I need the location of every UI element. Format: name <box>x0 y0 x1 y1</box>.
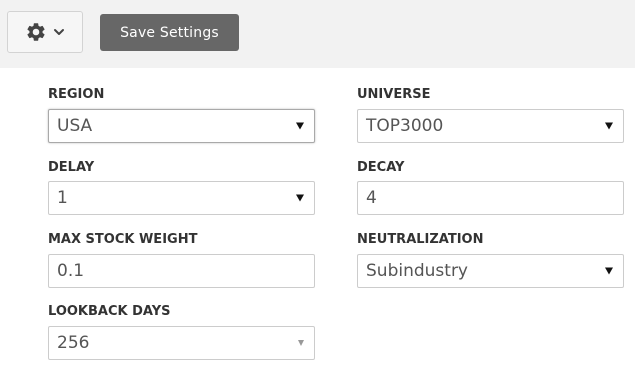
dropdown-arrow-icon <box>298 340 304 346</box>
dropdown-arrow-icon <box>296 194 304 202</box>
universe-value: TOP3000 <box>366 116 444 136</box>
neutralization-select[interactable]: Subindustry <box>357 254 624 288</box>
region-select[interactable]: USA <box>48 109 315 143</box>
universe-label: UNIVERSE <box>357 87 431 102</box>
decay-label: DECAY <box>357 160 405 175</box>
save-settings-button[interactable]: Save Settings <box>100 14 239 51</box>
dropdown-arrow-icon <box>605 122 613 130</box>
region-value: USA <box>57 116 93 136</box>
gear-icon <box>27 23 45 41</box>
delay-label: DELAY <box>48 160 95 175</box>
lookback-days-value: 256 <box>57 333 90 353</box>
chevron-down-icon <box>54 29 64 35</box>
max-stock-weight-value: 0.1 <box>57 261 85 281</box>
neutralization-label: NEUTRALIZATION <box>357 232 484 247</box>
delay-select[interactable]: 1 <box>48 181 315 215</box>
dropdown-arrow-icon <box>605 267 613 275</box>
delay-value: 1 <box>57 188 68 208</box>
dropdown-arrow-icon <box>296 122 304 130</box>
lookback-days-label: LOOKBACK DAYS <box>48 304 171 319</box>
neutralization-value: Subindustry <box>366 261 468 281</box>
settings-menu-button[interactable] <box>7 11 83 53</box>
universe-select[interactable]: TOP3000 <box>357 109 624 143</box>
lookback-days-select[interactable]: 256 <box>48 326 315 360</box>
toolbar: Save Settings <box>0 0 635 68</box>
decay-value: 4 <box>366 188 377 208</box>
max-stock-weight-input[interactable]: 0.1 <box>48 254 315 288</box>
region-label: REGION <box>48 87 105 102</box>
max-stock-weight-label: MAX STOCK WEIGHT <box>48 232 198 247</box>
decay-input[interactable]: 4 <box>357 181 624 215</box>
